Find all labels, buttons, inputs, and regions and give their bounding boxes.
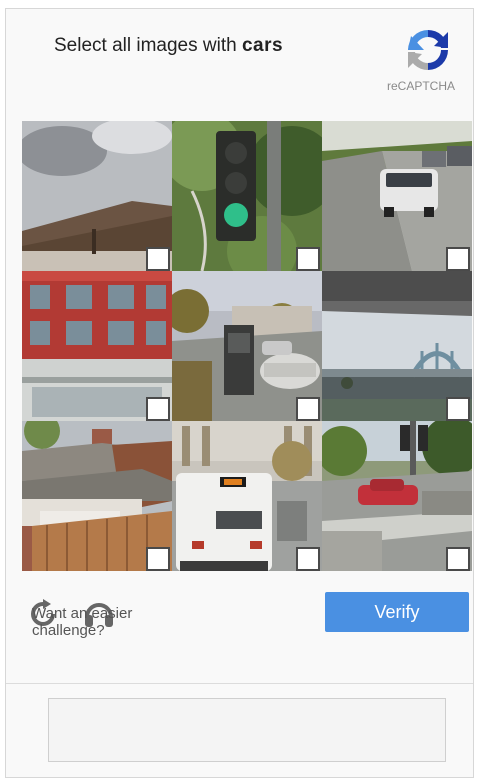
image-grid bbox=[22, 121, 472, 571]
image-tile[interactable] bbox=[322, 121, 472, 271]
target-word: cars bbox=[241, 35, 284, 56]
divider bbox=[6, 683, 473, 684]
tile-checkbox[interactable] bbox=[446, 547, 470, 571]
challenge-instruction: Select all images with cars bbox=[54, 35, 284, 56]
tile-checkbox[interactable] bbox=[146, 397, 170, 421]
tile-checkbox[interactable] bbox=[446, 397, 470, 421]
tile-checkbox[interactable] bbox=[146, 247, 170, 271]
recaptcha-challenge-frame: Select all images with cars reCAPTCHA Wa… bbox=[5, 8, 474, 778]
image-tile[interactable] bbox=[172, 271, 322, 421]
image-tile[interactable] bbox=[172, 421, 322, 571]
verify-button[interactable]: Verify bbox=[325, 592, 469, 632]
image-tile[interactable] bbox=[22, 421, 172, 571]
tile-checkbox[interactable] bbox=[296, 397, 320, 421]
tile-checkbox[interactable] bbox=[296, 247, 320, 271]
tile-checkbox[interactable] bbox=[296, 547, 320, 571]
bottom-panel bbox=[48, 698, 446, 762]
brand-text: reCAPTCHA bbox=[387, 79, 456, 93]
image-tile[interactable] bbox=[22, 271, 172, 421]
tile-checkbox[interactable] bbox=[446, 247, 470, 271]
tile-checkbox[interactable] bbox=[146, 547, 170, 571]
image-tile[interactable] bbox=[172, 121, 322, 271]
image-tile[interactable] bbox=[322, 271, 472, 421]
challenge-header: Select all images with cars reCAPTCHA bbox=[6, 9, 473, 119]
easier-challenge-text: Want an easier challenge? bbox=[32, 605, 133, 639]
image-tile[interactable] bbox=[322, 421, 472, 571]
recaptcha-logo-icon bbox=[408, 29, 448, 71]
image-tile[interactable] bbox=[22, 121, 172, 271]
